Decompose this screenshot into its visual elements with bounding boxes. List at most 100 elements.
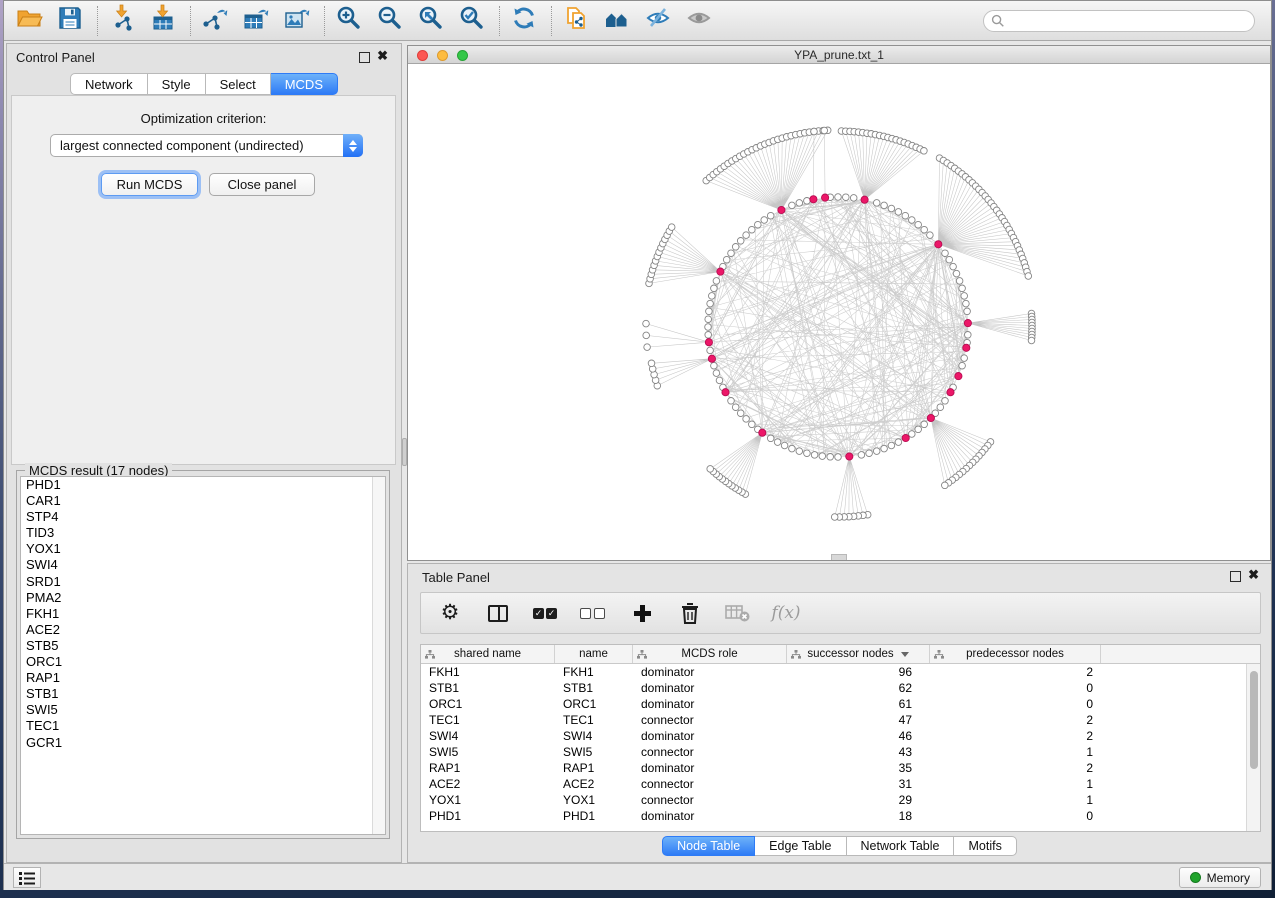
network-node[interactable] <box>1025 273 1032 280</box>
network-node[interactable] <box>767 435 774 442</box>
tab-node-table[interactable]: Node Table <box>662 836 755 856</box>
network-node[interactable] <box>811 452 818 459</box>
network-node[interactable] <box>921 148 928 155</box>
network-node[interactable] <box>915 426 922 433</box>
mcds-result-item[interactable]: FKH1 <box>21 606 385 622</box>
tab-select[interactable]: Select <box>206 73 271 95</box>
network-node[interactable] <box>705 324 712 331</box>
network-node[interactable] <box>964 308 971 315</box>
network-hub-node[interactable] <box>964 320 971 327</box>
network-node[interactable] <box>728 398 735 405</box>
import-table-button[interactable] <box>148 6 178 36</box>
network-node[interactable] <box>888 442 895 449</box>
network-hub-node[interactable] <box>947 389 954 396</box>
mcds-result-item[interactable]: ORC1 <box>21 654 385 670</box>
export-network-button[interactable] <box>200 6 230 36</box>
tab-network-table[interactable]: Network Table <box>847 836 955 856</box>
network-node[interactable] <box>804 198 811 205</box>
zoom-selected-button[interactable] <box>457 6 487 36</box>
network-hub-node[interactable] <box>759 429 766 436</box>
tab-edge-table[interactable]: Edge Table <box>755 836 846 856</box>
network-node[interactable] <box>959 285 966 292</box>
first-neighbors-button[interactable] <box>602 6 632 36</box>
tab-motifs[interactable]: Motifs <box>954 836 1016 856</box>
network-node[interactable] <box>1028 337 1035 344</box>
network-node[interactable] <box>713 278 720 285</box>
tab-mcds[interactable]: MCDS <box>271 73 338 95</box>
mcds-result-item[interactable]: PMA2 <box>21 590 385 606</box>
table-row[interactable]: RAP1RAP1dominator352 <box>421 760 1260 776</box>
network-node[interactable] <box>737 410 744 417</box>
memory-button[interactable]: Memory <box>1179 867 1261 888</box>
network-node[interactable] <box>961 355 968 362</box>
network-node[interactable] <box>643 332 650 339</box>
network-node[interactable] <box>831 514 838 521</box>
network-node[interactable] <box>959 362 966 369</box>
network-hub-node[interactable] <box>846 453 853 460</box>
network-node[interactable] <box>755 221 762 228</box>
network-hub-node[interactable] <box>861 196 868 203</box>
network-node[interactable] <box>821 127 828 134</box>
network-node[interactable] <box>843 194 850 201</box>
clone-network-button[interactable] <box>561 6 591 36</box>
table-scrollbar[interactable] <box>1246 664 1260 831</box>
delete-row-button[interactable] <box>677 600 703 626</box>
mcds-result-item[interactable]: TID3 <box>21 525 385 541</box>
task-history-button[interactable] <box>13 867 41 888</box>
search-input[interactable] <box>1005 14 1254 28</box>
mcds-result-item[interactable]: GCR1 <box>21 735 385 751</box>
zoom-fit-button[interactable] <box>416 6 446 36</box>
mcds-result-item[interactable]: STB5 <box>21 638 385 654</box>
mcds-result-item[interactable]: CAR1 <box>21 493 385 509</box>
network-node[interactable] <box>909 217 916 224</box>
network-node[interactable] <box>915 221 922 228</box>
table-row[interactable]: ORC1ORC1dominator610 <box>421 696 1260 712</box>
mcds-list-scrollbar[interactable] <box>372 477 385 834</box>
table-scrollbar-thumb[interactable] <box>1250 671 1258 769</box>
table-row[interactable]: STB1STB1dominator620 <box>421 680 1260 696</box>
network-node[interactable] <box>965 332 972 339</box>
float-panel-icon[interactable] <box>359 52 370 63</box>
zoom-out-button[interactable] <box>375 6 405 36</box>
network-node[interactable] <box>728 250 735 257</box>
mcds-result-item[interactable]: SWI5 <box>21 702 385 718</box>
export-table-button[interactable] <box>241 6 271 36</box>
network-node[interactable] <box>850 195 857 202</box>
hide-selected-button[interactable] <box>643 6 673 36</box>
network-node[interactable] <box>767 212 774 219</box>
close-panel-button[interactable]: Close panel <box>209 173 315 196</box>
network-node[interactable] <box>732 404 739 411</box>
network-node[interactable] <box>668 224 675 231</box>
network-node[interactable] <box>921 226 928 233</box>
network-node[interactable] <box>644 344 651 351</box>
network-node[interactable] <box>761 217 768 224</box>
optimization-criterion-select[interactable]: largest connected component (undirected) <box>50 134 363 157</box>
network-node[interactable] <box>743 416 750 423</box>
mcds-result-item[interactable]: STP4 <box>21 509 385 525</box>
network-node[interactable] <box>961 293 968 300</box>
network-node[interactable] <box>796 448 803 455</box>
mcds-result-item[interactable]: PHD1 <box>21 477 385 493</box>
network-node[interactable] <box>963 300 970 307</box>
network-node[interactable] <box>827 454 834 461</box>
gear-button[interactable]: ⚙ <box>437 600 463 626</box>
network-hub-node[interactable] <box>810 196 817 203</box>
network-node[interactable] <box>705 316 712 323</box>
run-mcds-button[interactable]: Run MCDS <box>101 173 198 196</box>
network-hub-node[interactable] <box>708 355 715 362</box>
close-panel-icon[interactable]: ✖ <box>377 48 388 64</box>
mcds-result-item[interactable]: TEC1 <box>21 718 385 734</box>
network-node[interactable] <box>711 285 718 292</box>
network-hub-node[interactable] <box>927 414 934 421</box>
mcds-result-item[interactable]: SRD1 <box>21 574 385 590</box>
network-node[interactable] <box>709 293 716 300</box>
network-node[interactable] <box>648 360 655 367</box>
network-node[interactable] <box>705 332 712 339</box>
network-node[interactable] <box>713 370 720 377</box>
network-node[interactable] <box>888 205 895 212</box>
mcds-result-item[interactable]: RAP1 <box>21 670 385 686</box>
open-file-button[interactable] <box>14 6 44 36</box>
network-node[interactable] <box>774 439 781 446</box>
network-node[interactable] <box>937 404 944 411</box>
network-node[interactable] <box>723 256 730 263</box>
